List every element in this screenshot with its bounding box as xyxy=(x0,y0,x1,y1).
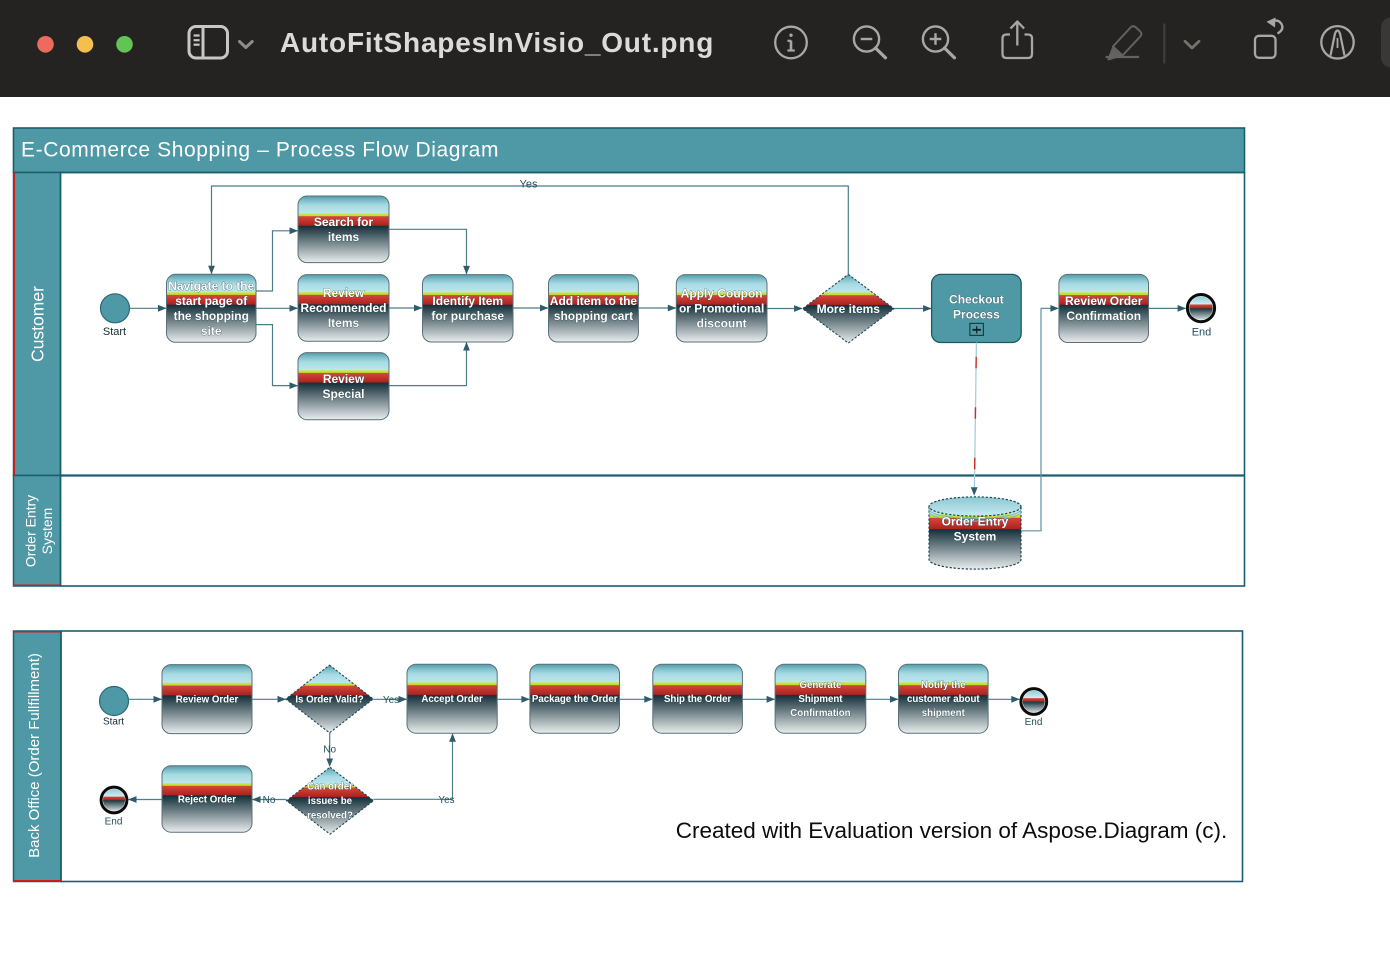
svg-text:No: No xyxy=(263,795,276,806)
svg-text:Apply Coupon: Apply Coupon xyxy=(681,287,763,301)
svg-text:More items: More items xyxy=(817,302,881,316)
svg-text:Review: Review xyxy=(323,372,365,386)
svg-text:the shopping: the shopping xyxy=(174,309,249,323)
svg-text:items: items xyxy=(328,230,360,244)
svg-text:Is Order Valid?: Is Order Valid? xyxy=(295,694,363,705)
svg-text:Navigate to the: Navigate to the xyxy=(168,279,254,293)
svg-text:site: site xyxy=(201,324,222,338)
svg-text:Order Entry: Order Entry xyxy=(23,495,39,567)
svg-text:E-Commerce Shopping – Process: E-Commerce Shopping – Process Flow Diagr… xyxy=(21,139,499,162)
svg-text:Review Order: Review Order xyxy=(1065,294,1143,308)
svg-text:resolved?: resolved? xyxy=(307,811,353,822)
svg-text:Items: Items xyxy=(328,316,360,330)
svg-text:Yes: Yes xyxy=(520,178,538,190)
svg-text:Confirmation: Confirmation xyxy=(1066,309,1141,323)
svg-text:Generate: Generate xyxy=(799,680,842,691)
svg-text:End: End xyxy=(105,817,123,828)
svg-text:shipment: shipment xyxy=(922,708,966,719)
svg-text:Add item to the: Add item to the xyxy=(550,294,638,308)
svg-text:Special: Special xyxy=(322,387,364,401)
svg-text:Can order: Can order xyxy=(307,782,353,793)
svg-text:Identify Item: Identify Item xyxy=(432,294,503,308)
svg-text:End: End xyxy=(1025,717,1043,728)
svg-text:Ship the Order: Ship the Order xyxy=(664,694,732,705)
svg-text:No: No xyxy=(323,744,336,755)
svg-text:System: System xyxy=(39,508,55,555)
svg-text:or Promotional: or Promotional xyxy=(679,302,764,316)
svg-text:Created with Evaluation versio: Created with Evaluation version of Aspos… xyxy=(676,818,1228,843)
svg-text:Order Entry: Order Entry xyxy=(942,514,1009,528)
svg-text:Review Order: Review Order xyxy=(176,694,239,705)
svg-text:Confirmation: Confirmation xyxy=(790,708,850,719)
svg-text:Yes: Yes xyxy=(383,695,399,706)
svg-text:Notify the: Notify the xyxy=(921,680,966,691)
svg-text:Yes: Yes xyxy=(438,795,454,806)
svg-text:Recommended: Recommended xyxy=(300,301,386,315)
svg-text:Start: Start xyxy=(103,717,124,728)
svg-text:Review: Review xyxy=(323,286,365,300)
svg-text:End: End xyxy=(1192,326,1212,338)
svg-text:shopping cart: shopping cart xyxy=(554,309,633,323)
svg-text:Package the Order: Package the Order xyxy=(532,694,618,705)
svg-text:Search for: Search for xyxy=(314,215,374,229)
svg-text:Start: Start xyxy=(103,326,126,338)
svg-text:Process: Process xyxy=(953,308,1000,322)
svg-text:issues be: issues be xyxy=(308,796,353,807)
svg-text:Shipment: Shipment xyxy=(798,694,843,705)
svg-text:Checkout: Checkout xyxy=(949,293,1004,307)
svg-text:System: System xyxy=(954,529,997,543)
svg-text:Back Office (Order Fullfillmen: Back Office (Order Fullfillment) xyxy=(26,653,43,858)
svg-text:start page of: start page of xyxy=(175,294,248,308)
svg-text:for purchase: for purchase xyxy=(431,309,504,323)
svg-text:Customer: Customer xyxy=(28,286,48,362)
svg-text:Reject Order: Reject Order xyxy=(178,794,236,805)
svg-text:Accept Order: Accept Order xyxy=(421,694,483,705)
svg-text:customer about: customer about xyxy=(907,694,980,705)
svg-text:discount: discount xyxy=(697,317,747,331)
